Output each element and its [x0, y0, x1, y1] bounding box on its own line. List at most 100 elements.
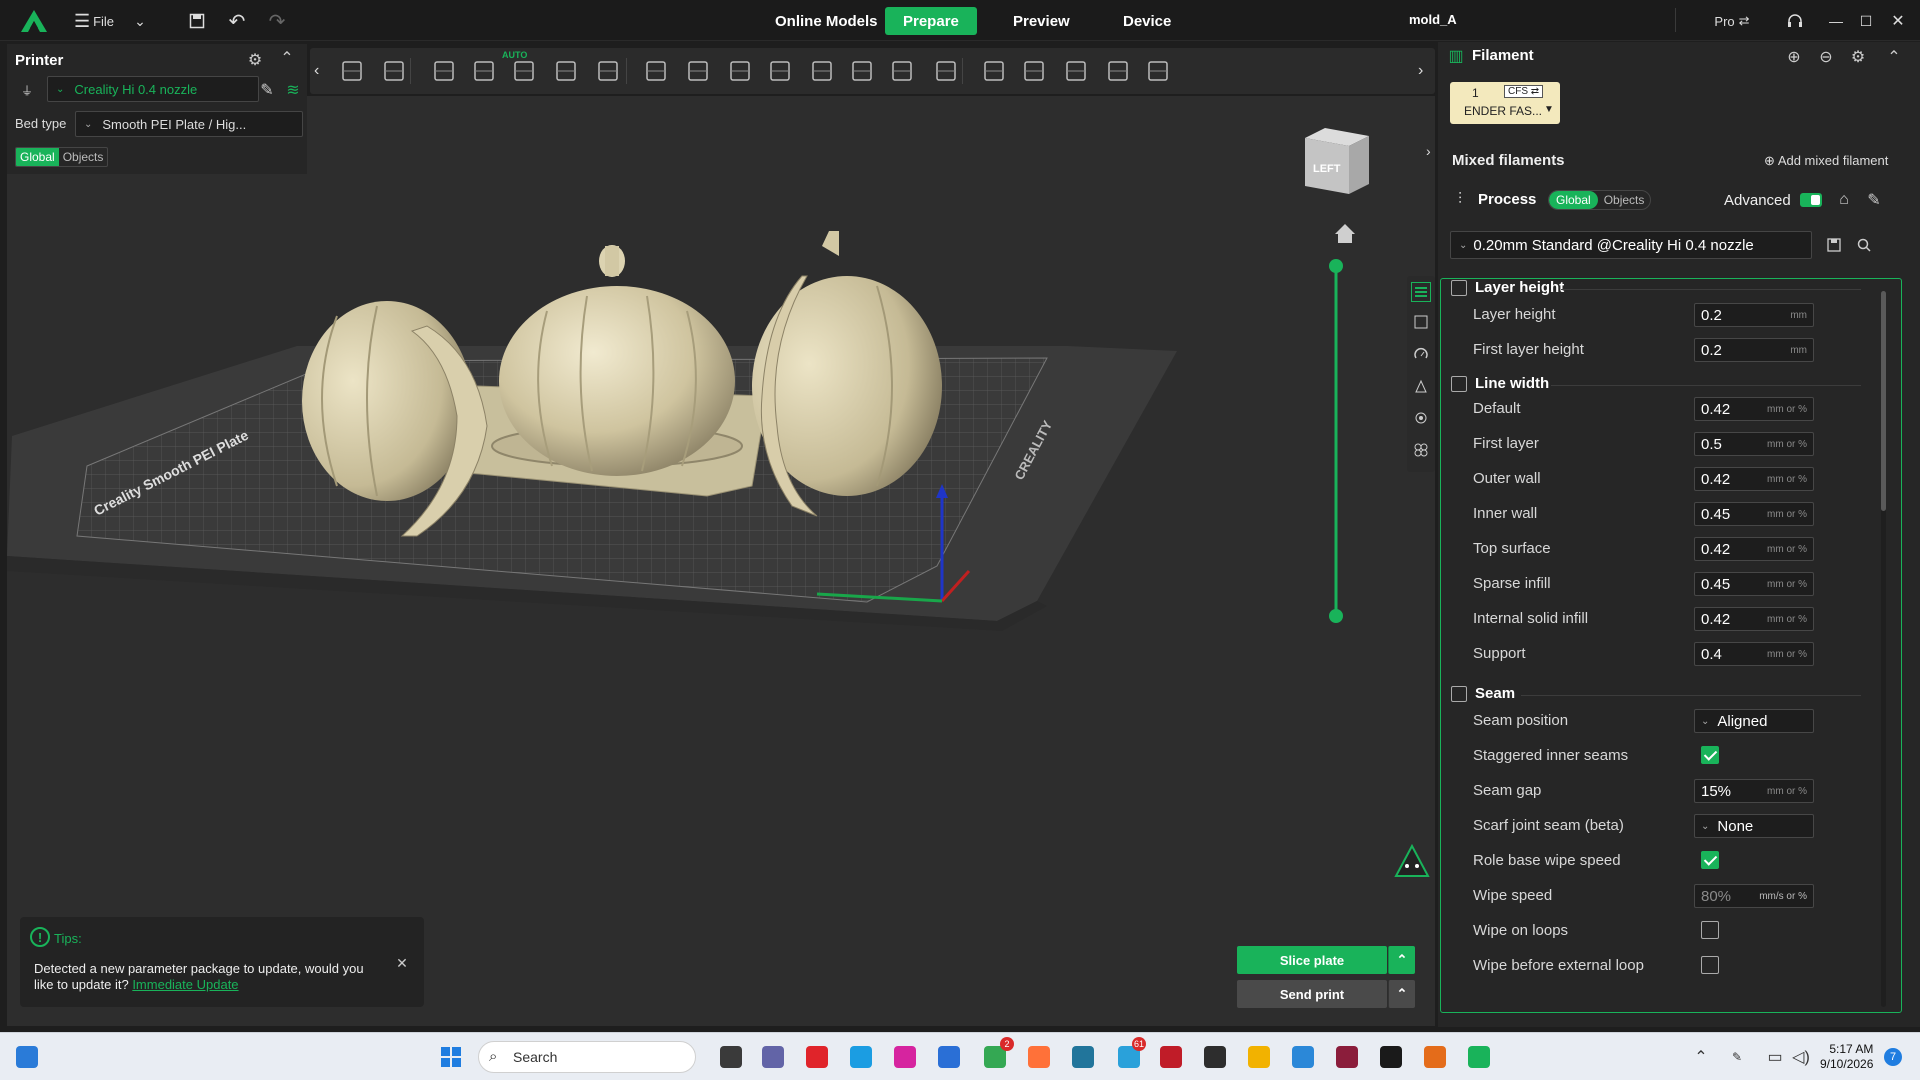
edit-pencil-icon[interactable]: ✎	[257, 80, 277, 100]
close-icon[interactable]: ✕	[1888, 8, 1908, 34]
opera-icon[interactable]	[802, 1042, 832, 1072]
filament-settings-gear-icon[interactable]: ⚙	[1848, 47, 1868, 67]
file-menu[interactable]: ☰ File	[72, 8, 116, 34]
support-icon[interactable]	[1411, 376, 1431, 396]
process-scope-global[interactable]: Global	[1549, 191, 1598, 209]
file-explorer-icon[interactable]	[1244, 1042, 1274, 1072]
advanced-toggle[interactable]	[1800, 193, 1822, 207]
speed-icon[interactable]	[1411, 344, 1431, 364]
globe-app-icon[interactable]	[1288, 1042, 1318, 1072]
wordpress-icon[interactable]	[1068, 1042, 1098, 1072]
bed-type-select[interactable]: ⌄ Smooth PEI Plate / Hig...	[75, 111, 303, 137]
chevron-down-icon[interactable]: ⌄	[130, 8, 150, 34]
tray-pen-icon[interactable]: ✎	[1722, 1042, 1752, 1072]
wipe-on-loops-checkbox[interactable]	[1701, 921, 1719, 939]
save-icon[interactable]	[186, 8, 208, 34]
process-settings-list[interactable]: Layer height Layer height 0.2 mm First la…	[1440, 278, 1902, 1013]
collapse-up-icon[interactable]: ⌃	[1884, 47, 1904, 67]
layer-slider-top-handle[interactable]	[1329, 259, 1343, 273]
split-parts-icon[interactable]	[724, 55, 756, 87]
line-width-sparse-infill-input[interactable]: 0.45 mm or %	[1694, 572, 1814, 596]
process-scope-objects[interactable]: Objects	[1598, 191, 1651, 209]
remove-filament-icon[interactable]: ⊖	[1816, 47, 1836, 67]
line-width-outer-wall-input[interactable]: 0.42 mm or %	[1694, 467, 1814, 491]
wipe-speed-input[interactable]: 80% mm/s or %	[1694, 884, 1814, 908]
slice-options-chevron-icon[interactable]: ⌃	[1388, 946, 1415, 974]
assistant-icon[interactable]	[1394, 843, 1430, 877]
line-width-inner-wall-input[interactable]: 0.45 mm or %	[1694, 502, 1814, 526]
layer-height-input[interactable]: 0.2 mm	[1694, 303, 1814, 327]
layer-slider-bottom-handle[interactable]	[1329, 609, 1343, 623]
measure-icon[interactable]	[930, 55, 962, 87]
add-cube-icon[interactable]	[336, 55, 368, 87]
undo-icon[interactable]: ↶	[226, 8, 248, 34]
toolbar-prev-icon[interactable]: ‹	[314, 62, 319, 80]
toolbar-next-icon[interactable]: ›	[1418, 62, 1423, 80]
winrar-icon[interactable]	[1332, 1042, 1362, 1072]
split-objects-icon[interactable]	[682, 55, 714, 87]
immediate-update-link[interactable]: Immediate Update	[132, 977, 238, 992]
add-mixed-filament-button[interactable]: ⊕ Add mixed filament	[1764, 153, 1888, 169]
hollow-icon[interactable]	[846, 55, 878, 87]
line-width-support-input[interactable]: 0.4 mm or %	[1694, 642, 1814, 666]
tray-chevron-up-icon[interactable]: ⌃	[1686, 1042, 1716, 1072]
line-width-first-layer-input[interactable]: 0.5 mm or %	[1694, 432, 1814, 456]
3d-viewport[interactable]: Creality Smooth PEI Plate CREALITY LEFT …	[7, 96, 1435, 1026]
object-list-icon[interactable]	[1411, 282, 1431, 302]
view-cube[interactable]: LEFT	[1305, 128, 1369, 194]
tab-online-models[interactable]: Online Models	[757, 7, 896, 35]
maximize-icon[interactable]: ☐	[1856, 8, 1876, 34]
taskbar-search-input[interactable]: ⌕ Search	[478, 1041, 696, 1073]
line-width-internal-solid-infill-input[interactable]: 0.42 mm or %	[1694, 607, 1814, 631]
instagram-icon[interactable]	[890, 1042, 920, 1072]
save-preset-icon[interactable]	[1824, 235, 1844, 255]
store-icon[interactable]	[934, 1042, 964, 1072]
edit-preset-icon[interactable]: ✎	[1864, 190, 1884, 210]
grid-icon[interactable]	[640, 55, 672, 87]
add-filament-icon[interactable]: ⊕	[1784, 47, 1804, 67]
redo-icon[interactable]: ↷	[266, 8, 288, 34]
notification-badge[interactable]: 7	[1884, 1048, 1902, 1066]
scope-global[interactable]: Global	[16, 148, 59, 166]
collapse-right-icon[interactable]: ›	[1426, 143, 1431, 159]
tab-prepare[interactable]: Prepare	[885, 7, 977, 35]
slice-plate-button[interactable]: Slice plate	[1237, 946, 1387, 974]
seam-gap-input[interactable]: 15% mm or %	[1694, 779, 1814, 803]
role-base-wipe-speed-checkbox[interactable]	[1701, 851, 1719, 869]
printer-select[interactable]: ⌄ Creality Hi 0.4 nozzle	[47, 76, 259, 102]
wifi-icon[interactable]: ≋	[283, 80, 303, 100]
cut-icon[interactable]	[806, 55, 838, 87]
widgets-icon[interactable]	[12, 1042, 42, 1072]
slot-dropdown-icon[interactable]: ▼	[1544, 104, 1554, 115]
settings-scrollbar-track[interactable]	[1881, 291, 1886, 1007]
scarf-joint-seam-select[interactable]: ⌄ None	[1694, 814, 1814, 838]
assembly-icon[interactable]	[1142, 55, 1174, 87]
creality-print-icon[interactable]	[1464, 1042, 1494, 1072]
firefox-icon[interactable]	[1024, 1042, 1054, 1072]
tab-preview[interactable]: Preview	[995, 7, 1088, 35]
scale-icon[interactable]	[764, 55, 796, 87]
add-plate-icon[interactable]	[378, 55, 410, 87]
system-clock[interactable]: 5:17 AM 9/10/2026	[1820, 1042, 1873, 1072]
teams-icon[interactable]	[758, 1042, 788, 1072]
pro-toggle[interactable]: Pro ⇄	[1708, 8, 1756, 34]
fuzzy-skin-icon[interactable]	[1060, 55, 1092, 87]
wipe-before-external-loop-checkbox[interactable]	[1701, 956, 1719, 974]
printer-settings-gear-icon[interactable]: ⚙	[245, 50, 265, 70]
boolean-icon[interactable]	[886, 55, 918, 87]
settings-app-icon[interactable]	[1420, 1042, 1450, 1072]
orient-icon[interactable]	[428, 55, 460, 87]
task-view-icon[interactable]	[716, 1042, 746, 1072]
start-menu-icon[interactable]	[436, 1042, 466, 1072]
scope-objects[interactable]: Objects	[59, 148, 108, 166]
first-layer-height-input[interactable]: 0.2 mm	[1694, 338, 1814, 362]
tab-device[interactable]: Device	[1105, 7, 1189, 35]
line-width-default-input[interactable]: 0.42 mm or %	[1694, 397, 1814, 421]
send-options-chevron-icon[interactable]: ⌃	[1388, 980, 1415, 1008]
support-paint-icon[interactable]	[978, 55, 1010, 87]
collapse-up-icon[interactable]: ⌃	[277, 48, 297, 68]
home-icon[interactable]	[1335, 224, 1355, 243]
app-red-icon[interactable]	[1156, 1042, 1186, 1072]
recorder-icon[interactable]	[1376, 1042, 1406, 1072]
staggered-inner-seams-checkbox[interactable]	[1701, 746, 1719, 764]
